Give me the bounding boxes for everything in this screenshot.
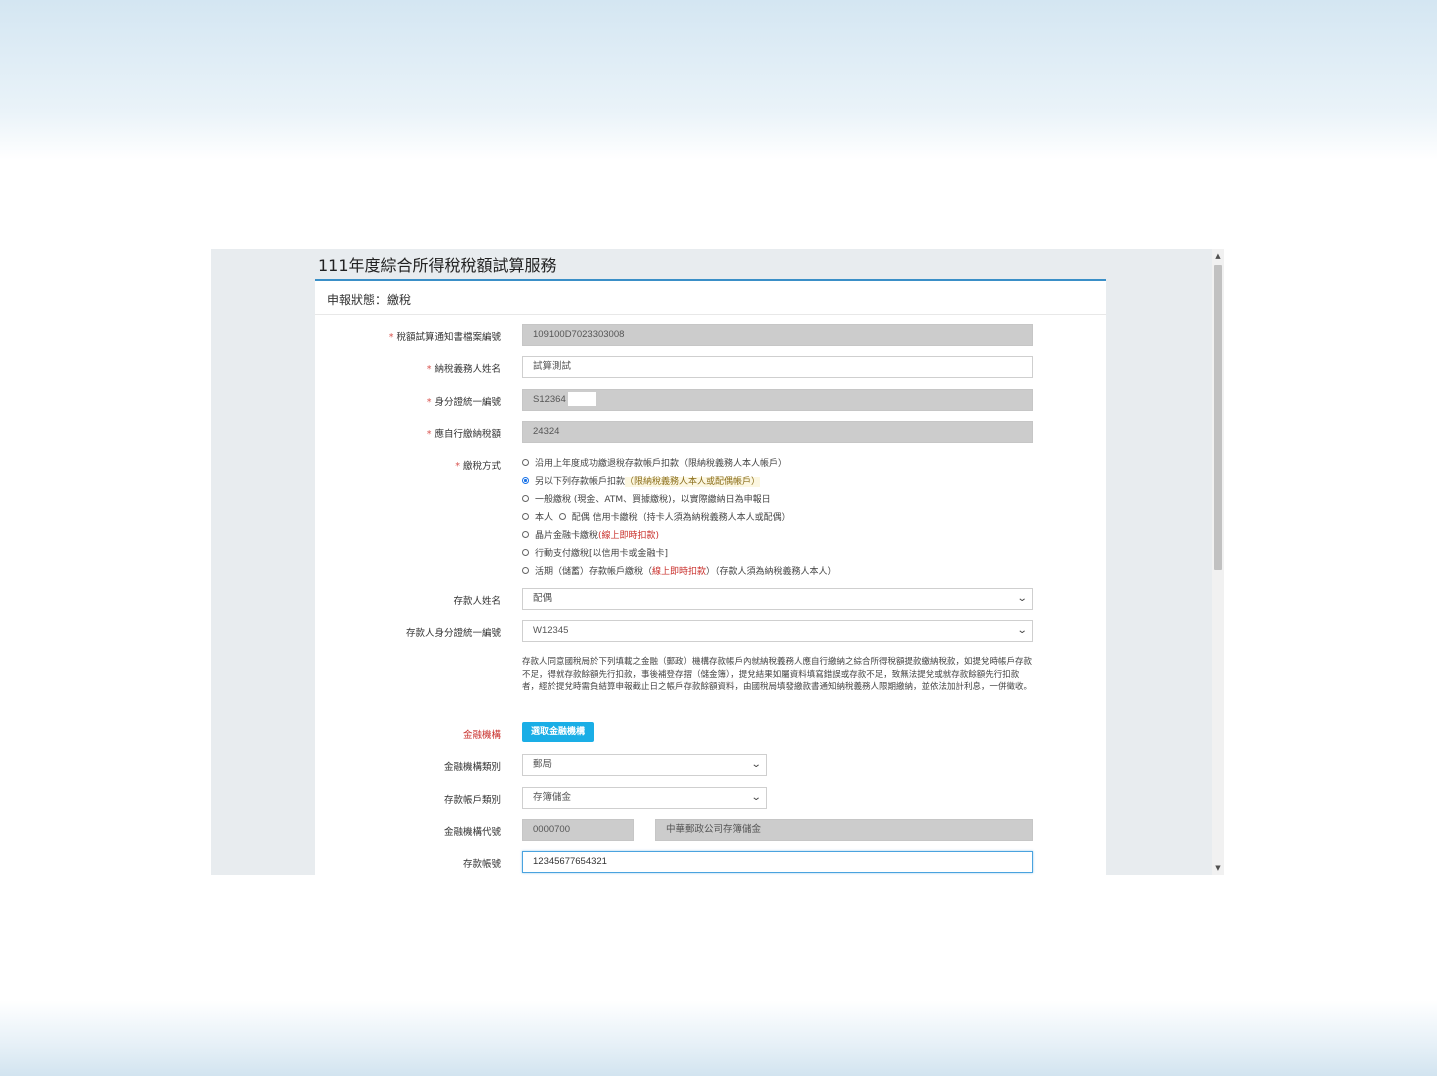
depositor-name-select[interactable]: 配偶 ⌄ (522, 588, 1033, 610)
radio-icon[interactable] (522, 495, 529, 502)
page-title: 111年度綜合所得稅稅額試算服務 (318, 256, 557, 275)
consent-notice: 存款人同意國稅局於下列填載之金融（郵政）機構存款帳戶內就納稅義務人應自行繳納之綜… (522, 657, 1033, 692)
notice-no-field: 109100D7023303008 (522, 324, 1033, 346)
radio-icon[interactable] (522, 549, 529, 556)
scrollbar-thumb[interactable] (1214, 265, 1222, 570)
pay-option-general[interactable]: 一般繳稅 (現金、ATM、買據繳稅)，以實際繳納日為申報日 (522, 491, 837, 509)
amount-field: 24324 (522, 421, 1033, 443)
browser-viewport: 111年度綜合所得稅稅額試算服務 申報狀態：繳稅 * 稅額試算通知書檔案編號 10… (211, 249, 1224, 875)
depositor-name-label: 存款人姓名 (453, 596, 501, 607)
chevron-down-icon: ⌄ (1016, 593, 1028, 604)
bank-label: 金融機構 (462, 730, 501, 741)
radio-icon[interactable] (522, 459, 529, 466)
scroll-down-arrow-icon[interactable]: ▼ (1212, 861, 1224, 875)
taxpayer-name-input[interactable]: 試算測試 (522, 356, 1033, 378)
pay-option-mobile[interactable]: 行動支付繳稅[以信用卡或金融卡] (522, 545, 837, 563)
depositor-id-label: 存款人身分證統一編號 (405, 628, 501, 639)
notice-no-label: * 稅額試算通知書檔案編號 (388, 332, 501, 343)
radio-icon[interactable] (558, 513, 566, 520)
account-no-label: 存款帳號 (462, 859, 501, 870)
bank-code-label: 金融機構代號 (443, 827, 501, 838)
select-bank-button[interactable]: 選取金融機構 (522, 722, 595, 742)
chevron-down-icon: ⌄ (750, 759, 762, 770)
pay-method-label: * 繳稅方式 (455, 461, 501, 472)
radio-icon[interactable] (522, 513, 529, 520)
bottom-gradient (0, 1000, 1437, 1076)
vertical-scrollbar[interactable]: ▲ ▼ (1212, 249, 1224, 875)
pay-option-other-account[interactable]: 另以下列存款帳戶扣款（限納稅義務人本人或配偶帳戶） (522, 473, 837, 491)
account-no-input[interactable]: 12345677654321 (522, 851, 1033, 873)
bank-type-select[interactable]: 郵局 ⌄ (522, 754, 767, 776)
id-field: S12364 (522, 389, 1033, 411)
bank-code-field: 0000700 (522, 819, 634, 841)
divider (315, 314, 1106, 315)
form-panel: 申報狀態：繳稅 * 稅額試算通知書檔案編號 109100D7023303008 *… (315, 279, 1106, 875)
id-value: S12364 (533, 394, 566, 405)
radio-icon[interactable] (522, 531, 529, 538)
redaction-mask (567, 392, 596, 407)
scroll-up-arrow-icon[interactable]: ▲ (1212, 249, 1224, 263)
account-type-label: 存款帳戶類別 (443, 795, 501, 806)
account-type-select[interactable]: 存簿儲金 ⌄ (522, 787, 767, 809)
bank-name-field: 中華郵政公司存簿儲金 (655, 819, 1033, 841)
top-gradient (0, 0, 1437, 160)
amount-label: * 應自行繳納稅額 (426, 429, 501, 440)
bank-type-label: 金融機構類別 (443, 762, 501, 773)
pay-option-previous-account[interactable]: 沿用上年度成功繳退稅存款帳戶扣款（限納稅義務人本人帳戶） (522, 455, 837, 473)
depositor-id-select[interactable]: W12345 ⌄ (522, 620, 1033, 642)
pay-method-options: 沿用上年度成功繳退稅存款帳戶扣款（限納稅義務人本人帳戶） 另以下列存款帳戶扣款（… (522, 455, 837, 581)
filing-status: 申報狀態：繳稅 (327, 293, 412, 307)
chevron-down-icon: ⌄ (1016, 625, 1028, 636)
pay-option-chip-card[interactable]: 晶片金融卡繳稅(線上即時扣款) (522, 527, 837, 545)
pay-option-credit-card[interactable]: 本人 配偶 信用卡繳稅（持卡人須為納稅義務人本人或配偶） (522, 509, 837, 527)
taxpayer-name-label: * 納稅義務人姓名 (426, 364, 501, 375)
radio-icon[interactable] (522, 567, 529, 574)
radio-selected-icon[interactable] (522, 477, 529, 484)
id-label: * 身分證統一編號 (426, 397, 501, 408)
pay-option-demand-deposit[interactable]: 活期（儲蓄）存款帳戶繳稅（線上即時扣款）（存款人須為納稅義務人本人） (522, 563, 837, 581)
chevron-down-icon: ⌄ (750, 792, 762, 803)
